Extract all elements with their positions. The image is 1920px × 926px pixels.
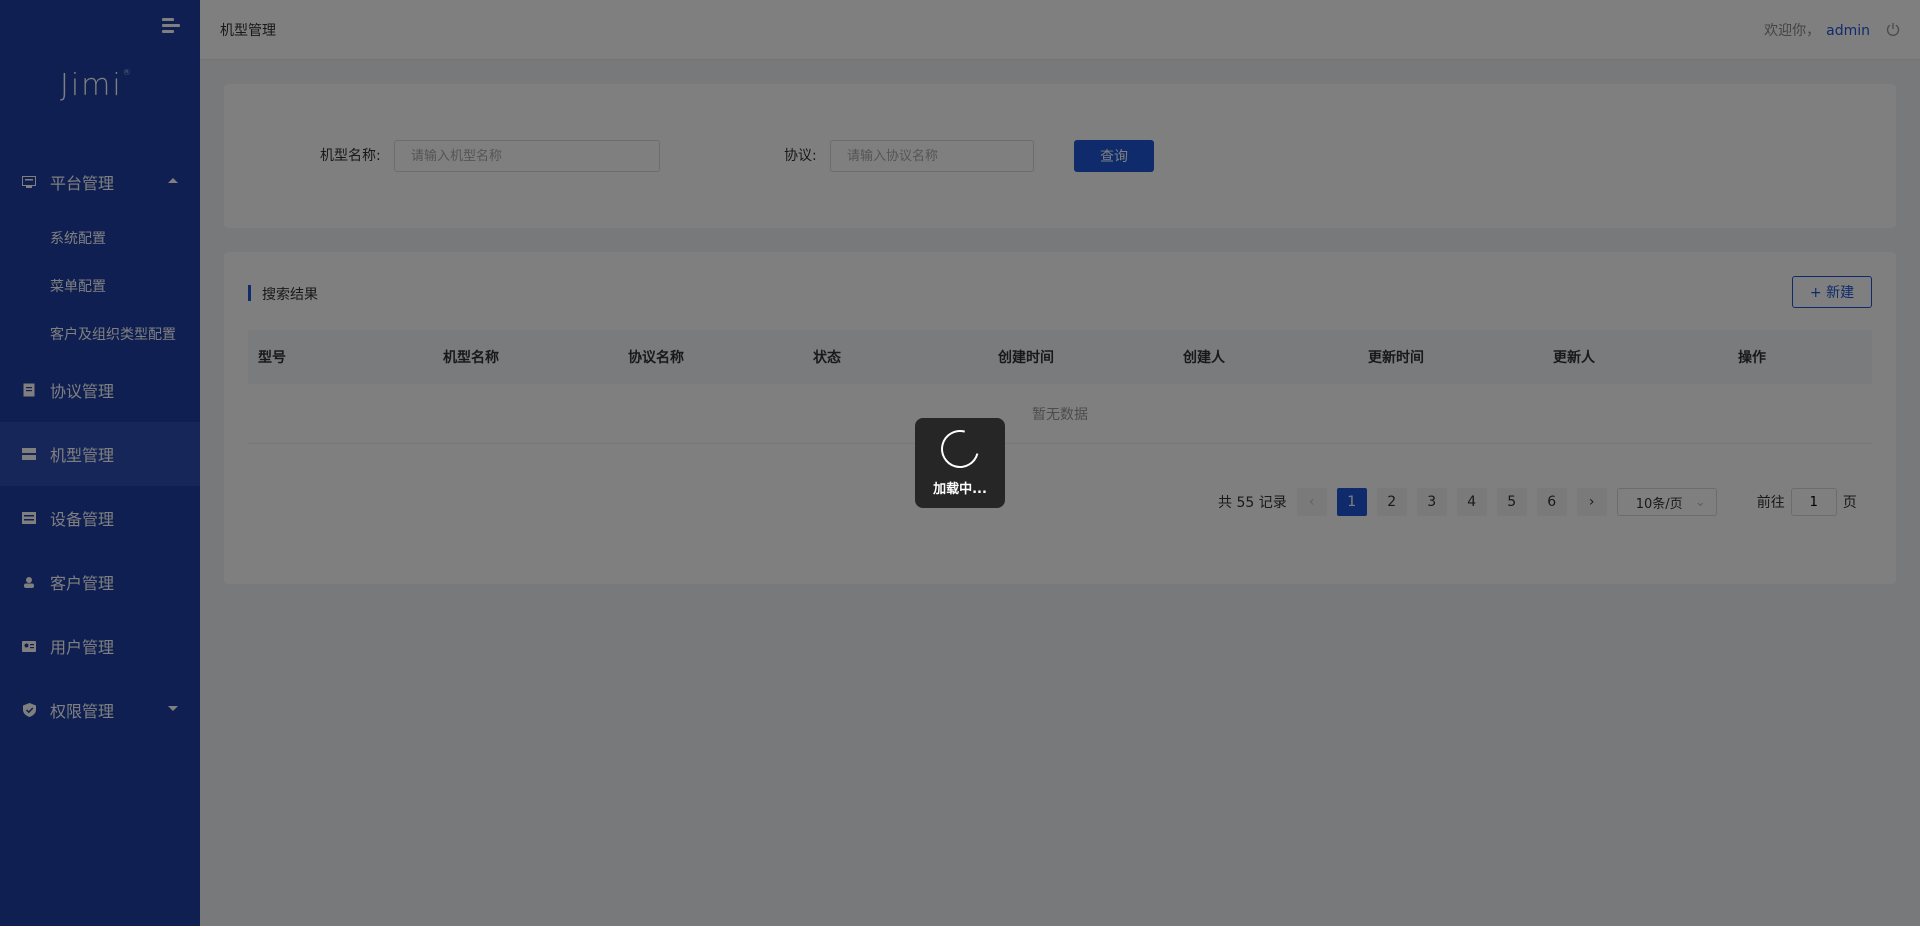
loading-text: 加载中... xyxy=(933,481,987,497)
loading-indicator: 加载中... xyxy=(915,418,1005,508)
spinner-icon xyxy=(934,422,986,475)
